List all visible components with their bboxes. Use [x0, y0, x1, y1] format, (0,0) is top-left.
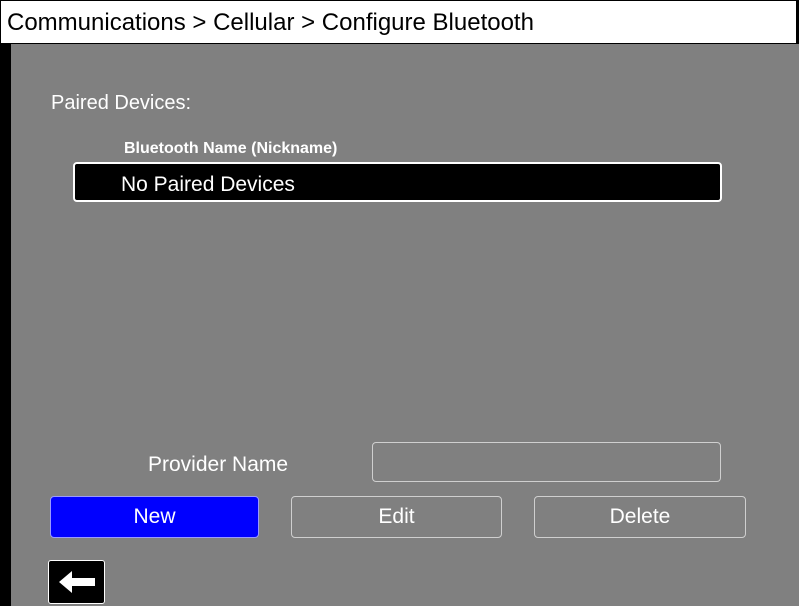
delete-button[interactable]: Delete	[534, 496, 746, 538]
title-bar: Communications > Cellular > Configure Bl…	[0, 0, 797, 44]
breadcrumb: Communications > Cellular > Configure Bl…	[7, 9, 534, 36]
paired-devices-list[interactable]: No Paired Devices	[73, 162, 722, 202]
configure-bluetooth-screen: Communications > Cellular > Configure Bl…	[0, 0, 799, 606]
provider-name-field[interactable]	[372, 442, 721, 482]
edit-button[interactable]: Edit	[291, 496, 502, 538]
paired-devices-label: Paired Devices:	[51, 92, 192, 114]
bluetooth-name-column-header: Bluetooth Name (Nickname)	[124, 140, 338, 157]
back-button[interactable]	[48, 560, 105, 604]
main-content: Paired Devices: Bluetooth Name (Nickname…	[11, 44, 799, 606]
provider-name-label: Provider Name	[148, 453, 289, 476]
left-arrow-icon	[58, 571, 95, 593]
list-item[interactable]: No Paired Devices	[121, 173, 295, 197]
new-button[interactable]: New	[50, 496, 259, 538]
